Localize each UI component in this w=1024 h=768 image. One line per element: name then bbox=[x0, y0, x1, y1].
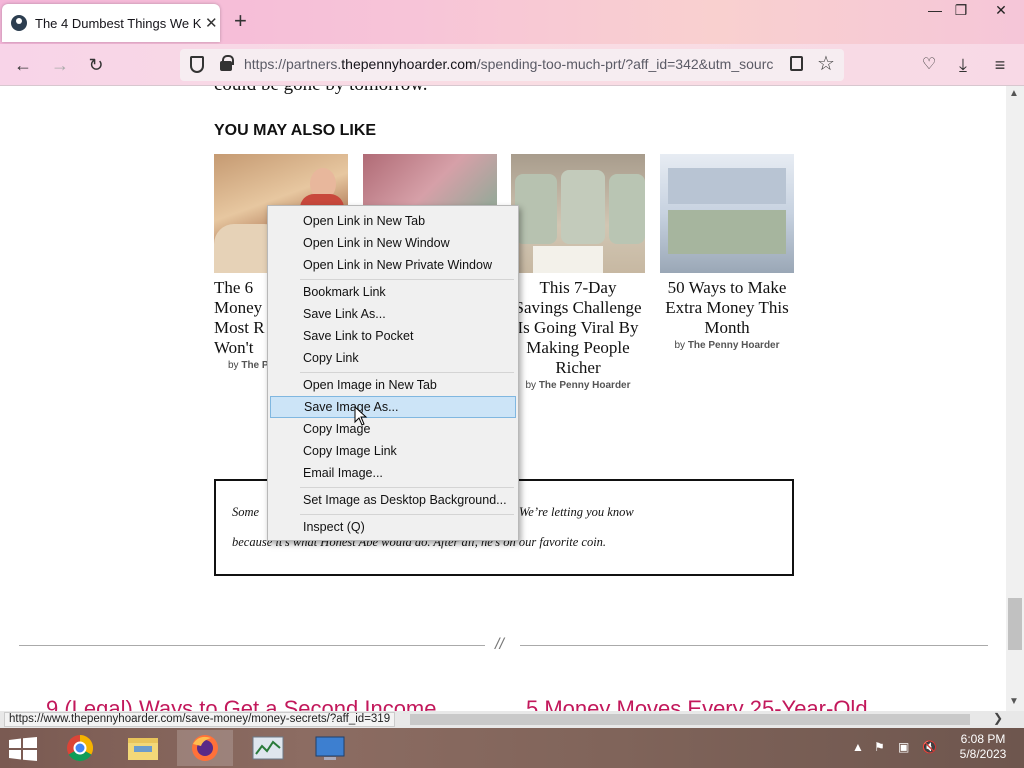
card-byline: by bbox=[525, 380, 537, 391]
new-tab-button[interactable]: + bbox=[234, 10, 247, 32]
menu-open-link-new-window[interactable]: Open Link in New Window bbox=[270, 232, 516, 254]
page-scrollbar[interactable]: ▲ ▼ bbox=[1006, 86, 1024, 711]
volume-muted-icon[interactable]: 🔇 bbox=[922, 740, 937, 754]
card-author[interactable]: The Penny Hoarder bbox=[539, 380, 631, 391]
card-byline: by bbox=[228, 360, 239, 371]
card-author[interactable]: The P bbox=[241, 360, 268, 371]
menu-bookmark-link[interactable]: Bookmark Link bbox=[270, 281, 516, 303]
close-tab-icon[interactable]: ✕ bbox=[205, 14, 218, 32]
clock-time: 6:08 PM bbox=[960, 732, 1006, 746]
site-favicon-icon bbox=[11, 15, 27, 31]
reload-button[interactable]: ↻ bbox=[83, 52, 109, 78]
menu-set-desktop-background[interactable]: Set Image as Desktop Background... bbox=[270, 489, 516, 511]
menu-open-image-new-tab[interactable]: Open Image in New Tab bbox=[270, 374, 516, 396]
windows-start-icon[interactable] bbox=[8, 737, 38, 761]
section-heading: YOU MAY ALSO LIKE bbox=[214, 122, 377, 139]
file-explorer-taskbar-icon[interactable] bbox=[115, 730, 171, 766]
menu-separator bbox=[300, 279, 514, 280]
downloads-icon[interactable]: ⤓ bbox=[950, 52, 976, 78]
restore-button[interactable]: ❐ bbox=[944, 0, 978, 20]
tracking-protection-icon[interactable] bbox=[190, 56, 204, 73]
browser-tab[interactable]: The 4 Dumbest Things We Keep ✕ bbox=[2, 4, 220, 42]
firefox-taskbar-icon[interactable] bbox=[177, 730, 233, 766]
context-menu: Open Link in New Tab Open Link in New Wi… bbox=[267, 205, 519, 541]
menu-separator bbox=[300, 487, 514, 488]
menu-separator bbox=[300, 372, 514, 373]
scroll-thumb[interactable] bbox=[1008, 598, 1022, 650]
menu-inspect[interactable]: Inspect (Q) bbox=[270, 516, 516, 538]
divider-line bbox=[520, 645, 988, 646]
forward-button[interactable]: → bbox=[47, 52, 73, 78]
divider-line bbox=[19, 645, 485, 646]
tab-strip: The 4 Dumbest Things We Keep ✕ + — ❐ ✕ bbox=[0, 0, 1024, 44]
menu-email-image[interactable]: Email Image... bbox=[270, 462, 516, 484]
horizontal-scroll-thumb[interactable] bbox=[410, 714, 970, 725]
reader-view-icon[interactable] bbox=[790, 56, 803, 71]
menu-open-link-private-window[interactable]: Open Link in New Private Window bbox=[270, 254, 516, 276]
card-title[interactable]: The 6 Money Most R Won't bbox=[214, 278, 274, 358]
pocket-icon[interactable]: ♡ bbox=[916, 52, 942, 78]
card-image[interactable] bbox=[660, 154, 794, 273]
card-title[interactable]: 50 Ways to Make Extra Money This Month bbox=[660, 278, 794, 338]
tab-title: The 4 Dumbest Things We Keep bbox=[35, 15, 201, 31]
menu-copy-image-link[interactable]: Copy Image Link bbox=[270, 440, 516, 462]
navigation-bar: ← → ↻ https://partners.thepennyhoarder.c… bbox=[0, 44, 1024, 86]
action-center-flag-icon[interactable]: ⚑ bbox=[874, 740, 885, 754]
taskbar: ▲ ⚑ ▣ 🔇 6:08 PM 5/8/2023 bbox=[0, 728, 1024, 768]
scroll-up-icon[interactable]: ▲ bbox=[1009, 88, 1019, 99]
show-hidden-icons[interactable]: ▲ bbox=[852, 740, 864, 754]
back-button[interactable]: ← bbox=[10, 52, 36, 78]
task-manager-taskbar-icon[interactable] bbox=[240, 730, 296, 766]
menu-icon[interactable]: ≡ bbox=[987, 52, 1013, 78]
scroll-right-icon[interactable]: ❯ bbox=[993, 711, 1003, 725]
lock-icon[interactable] bbox=[220, 55, 234, 71]
scroll-down-icon[interactable]: ▼ bbox=[1009, 696, 1019, 707]
next-article-link[interactable]: 9 (Legal) Ways to Get a Second Income bbox=[46, 696, 437, 711]
card-author[interactable]: The Penny Hoarder bbox=[688, 340, 780, 351]
status-bar: https://www.thepennyhoarder.com/save-mon… bbox=[0, 711, 1024, 728]
url-text[interactable]: https://partners.thepennyhoarder.com/spe… bbox=[244, 56, 784, 72]
menu-copy-image[interactable]: Copy Image bbox=[270, 418, 516, 440]
menu-open-link-new-tab[interactable]: Open Link in New Tab bbox=[270, 210, 516, 232]
menu-save-link-to-pocket[interactable]: Save Link to Pocket bbox=[270, 325, 516, 347]
bookmark-star-icon[interactable]: ☆ bbox=[817, 51, 835, 76]
close-window-button[interactable]: ✕ bbox=[984, 0, 1018, 20]
menu-save-link-as[interactable]: Save Link As... bbox=[270, 303, 516, 325]
mouse-cursor-icon bbox=[354, 406, 368, 426]
divider-mark: // bbox=[495, 636, 504, 653]
card-image[interactable] bbox=[511, 154, 645, 273]
clock-date: 5/8/2023 bbox=[959, 747, 1007, 761]
menu-copy-link[interactable]: Copy Link bbox=[270, 347, 516, 369]
menu-save-image-as[interactable]: Save Image As... bbox=[270, 396, 516, 418]
menu-separator bbox=[300, 514, 514, 515]
related-card[interactable]: This 7-Day Savings Challenge Is Going Vi… bbox=[511, 154, 645, 391]
disclaimer-text: Some bbox=[232, 505, 260, 519]
next-article-link[interactable]: 5 Money Moves Every 25-Year-Old bbox=[526, 696, 868, 711]
link-status-url: https://www.thepennyhoarder.com/save-mon… bbox=[4, 712, 396, 727]
disclaimer-text: We’re letting you know bbox=[519, 505, 634, 519]
article-text: could be gone by tomorrow. bbox=[214, 86, 428, 96]
url-bar[interactable]: https://partners.thepennyhoarder.com/spe… bbox=[180, 49, 844, 81]
related-card[interactable]: 50 Ways to Make Extra Money This Month b… bbox=[660, 154, 794, 351]
system-clock[interactable]: 6:08 PM 5/8/2023 bbox=[950, 732, 1016, 762]
card-byline: by bbox=[674, 340, 686, 351]
remote-desktop-taskbar-icon[interactable] bbox=[302, 730, 358, 766]
network-icon[interactable]: ▣ bbox=[898, 740, 909, 754]
chrome-taskbar-icon[interactable] bbox=[52, 730, 108, 766]
card-title[interactable]: This 7-Day Savings Challenge Is Going Vi… bbox=[511, 278, 645, 378]
